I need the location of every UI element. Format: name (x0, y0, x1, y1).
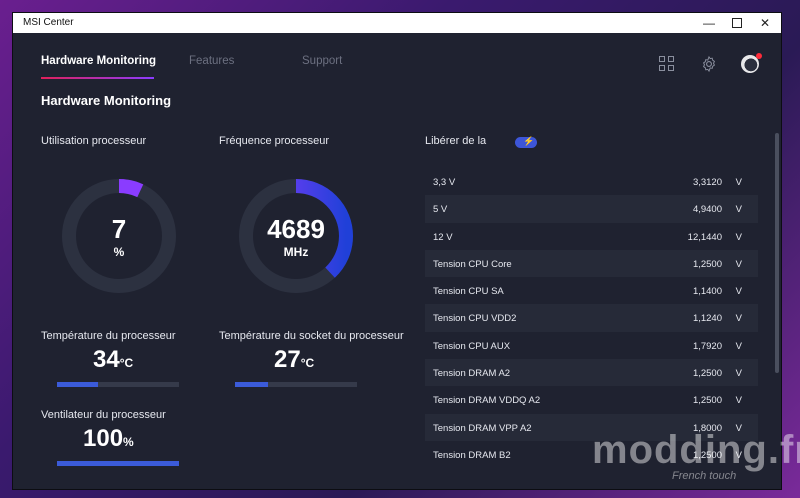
gear-icon[interactable] (700, 55, 718, 73)
voltage-row: 12 V 12,1440 V (425, 223, 758, 250)
cpu-temperature-bar (57, 382, 179, 387)
cpu-fan-unit: % (123, 435, 134, 449)
socket-temperature-bar-fill (235, 382, 268, 387)
cpu-fan-value: 100 (83, 425, 124, 452)
socket-temperature-unit: °C (300, 356, 315, 370)
voltage-unit: V (735, 340, 742, 352)
cpu-fan-bar (57, 461, 179, 466)
voltage-row: Tension CPU SA 1,1400 V (425, 277, 758, 304)
tab-hardware-monitoring[interactable]: Hardware Monitoring (41, 55, 156, 67)
voltage-value: 12,1440 (687, 231, 722, 243)
voltage-value: 3,3120 (692, 177, 722, 188)
title-bar: MSI Center — ✕ (13, 13, 781, 33)
socket-temperature-value: 27 (274, 346, 301, 373)
cpu-fan-readout: 100% (83, 425, 134, 453)
voltage-name: Tension DRAM VDDQ A2 (433, 395, 541, 407)
voltage-value: 1,2500 (692, 258, 722, 270)
voltage-toggle-button[interactable]: ⚡ (515, 136, 537, 148)
minimize-button[interactable]: — (701, 15, 717, 31)
voltage-unit: V (735, 204, 742, 216)
voltage-value: 1,2500 (692, 368, 722, 380)
voltage-value: 1,7920 (692, 340, 722, 352)
active-tab-indicator (41, 77, 154, 79)
voltage-section-label: Libérer de la (425, 135, 487, 147)
voltage-row: 3,3 V 3,3120 V (425, 168, 758, 195)
voltage-name: Tension DRAM A2 (433, 368, 511, 380)
socket-temperature-label: Température du socket du processeur (219, 330, 404, 342)
watermark-logo: modding.fr (592, 428, 800, 472)
watermark-signature: French touch (672, 470, 737, 482)
voltage-value: 4,9400 (692, 204, 722, 216)
voltage-unit: V (735, 286, 742, 298)
cpu-temperature-label: Température du processeur (41, 330, 176, 342)
voltage-unit: V (735, 231, 742, 243)
cpu-frequency-unit: MHz (283, 245, 309, 259)
lightning-icon: ⚡ (523, 136, 535, 146)
voltage-unit: V (735, 313, 742, 325)
voltage-row: Tension CPU Core 1,2500 V (425, 249, 758, 278)
voltage-unit: V (735, 395, 742, 407)
msi-center-window: MSI Center — ✕ Hardware Monitoring Featu… (12, 12, 782, 490)
voltage-row: Tension CPU AUX 1,7920 V (425, 332, 758, 359)
cpu-usage-readout: 7 % (49, 214, 189, 259)
voltage-name: Tension CPU AUX (433, 340, 511, 352)
socket-temperature-bar (235, 382, 357, 387)
voltage-name: Tension DRAM B2 (433, 449, 511, 461)
cpu-temperature-value: 34 (93, 346, 120, 373)
voltage-row: Tension CPU VDD2 1,1240 V (425, 304, 758, 332)
cpu-frequency-value: 4689 (267, 214, 325, 244)
voltage-value: 1,2500 (692, 395, 722, 407)
voltage-scrollbar[interactable] (775, 133, 779, 373)
voltage-name: 12 V (433, 231, 453, 243)
voltage-row: 5 V 4,9400 V (425, 195, 758, 223)
tab-features[interactable]: Features (189, 55, 234, 67)
voltage-row: Tension DRAM A2 1,2500 V (425, 359, 758, 387)
voltage-name: Tension CPU SA (433, 286, 504, 298)
cpu-frequency-label: Fréquence processeur (219, 135, 330, 147)
voltage-unit: V (735, 177, 742, 188)
cpu-temperature-bar-fill (57, 382, 99, 387)
socket-temperature-readout: 27°C (274, 346, 314, 374)
voltage-unit: V (735, 258, 742, 270)
voltage-name: Tension CPU VDD2 (433, 313, 517, 325)
tab-support[interactable]: Support (302, 55, 342, 67)
cpu-fan-bar-fill (57, 461, 179, 466)
voltage-name: Tension DRAM VPP A2 (433, 422, 532, 434)
voltage-name: 3,3 V (433, 177, 456, 188)
maximize-button[interactable] (729, 15, 745, 31)
cpu-usage-unit: % (113, 245, 125, 259)
voltage-list: 3,3 V 3,3120 V 5 V 4,9400 V 12 V 12,1440 V Tensio… (425, 168, 758, 468)
grid-view-icon[interactable] (658, 55, 676, 73)
voltage-unit: V (735, 368, 742, 380)
window-title: MSI Center (23, 17, 74, 28)
cpu-fan-label: Ventilateur du processeur (41, 409, 166, 421)
cpu-temperature-readout: 34°C (93, 346, 133, 374)
voltage-value: 1,1240 (692, 313, 722, 325)
cpu-frequency-readout: 4689 MHz (226, 214, 366, 259)
section-title: Hardware Monitoring (41, 93, 172, 108)
voltage-row: Tension DRAM VDDQ A2 1,2500 V (425, 386, 758, 413)
top-navigation: Hardware Monitoring Features Support (13, 33, 781, 83)
cpu-temperature-unit: °C (119, 356, 134, 370)
cpu-usage-label: Utilisation processeur (41, 135, 147, 147)
cpu-usage-value: 7 (111, 214, 127, 244)
voltage-value: 1,1400 (692, 286, 722, 298)
close-button[interactable]: ✕ (757, 15, 773, 31)
notification-dot (756, 53, 762, 59)
maximize-icon (732, 18, 742, 28)
voltage-name: Tension CPU Core (433, 258, 512, 270)
voltage-name: 5 V (433, 204, 448, 216)
